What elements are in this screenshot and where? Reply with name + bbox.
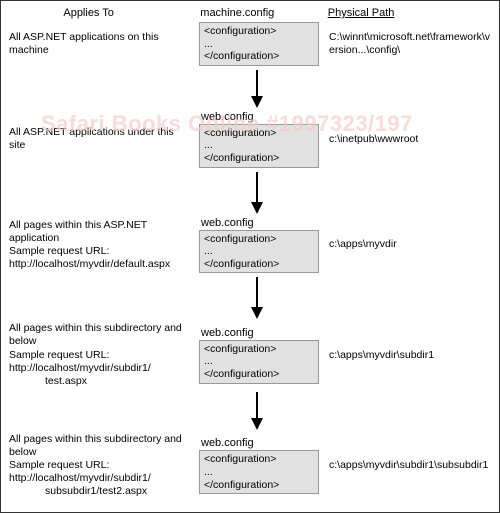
- applies-main: All pages within this subdirectory and b…: [9, 322, 182, 373]
- file-label: web.config: [201, 111, 319, 123]
- arrow-down-icon: [1, 392, 499, 430]
- applies-text: All ASP.NET applications on this machine: [9, 31, 199, 57]
- config-box: web.config <configuration> ... </configu…: [199, 437, 319, 494]
- level-row: All pages within this subdirectory and b…: [1, 431, 499, 501]
- level-row: All ASP.NET applications under this site…: [1, 109, 499, 170]
- arrow-down-icon: [1, 70, 499, 108]
- file-label: web.config: [201, 217, 319, 229]
- physical-path: C:\winnt\microsoft.net\framework\version…: [319, 31, 491, 57]
- arrow-down-icon: [1, 172, 499, 214]
- header-physical-path: Physical Path: [320, 7, 491, 20]
- code-snippet: <configuration> ... </configuration>: [199, 450, 319, 494]
- applies-main: All pages within this subdirectory and b…: [9, 433, 182, 484]
- column-headers: Applies To machine.config Physical Path: [1, 1, 499, 20]
- code-snippet: <configuration> ... </configuration>: [199, 124, 319, 168]
- config-box: web.config <configuration> ... </configu…: [199, 327, 319, 384]
- diagram-container: Safari Books Online #1997323/197 Applies…: [1, 1, 499, 512]
- applies-text: All pages within this ASP.NET applicatio…: [9, 219, 199, 272]
- file-label: web.config: [201, 437, 319, 449]
- applies-indent: subsubdir1/test2.aspx: [9, 485, 193, 498]
- config-box: <configuration> ... </configuration>: [199, 22, 319, 66]
- code-snippet: <configuration> ... </configuration>: [199, 340, 319, 384]
- level-row: All pages within this ASP.NET applicatio…: [1, 215, 499, 276]
- applies-indent: test.aspx: [9, 375, 193, 388]
- config-box: web.config <configuration> ... </configu…: [199, 217, 319, 274]
- header-machine-config: machine.config: [200, 7, 319, 19]
- level-row: All pages within this subdirectory and b…: [1, 320, 499, 390]
- applies-text: All pages within this subdirectory and b…: [9, 322, 199, 388]
- arrow-down-icon: [1, 277, 499, 319]
- level-row: All ASP.NET applications on this machine…: [1, 20, 499, 68]
- applies-text: All ASP.NET applications under this site: [9, 126, 199, 152]
- physical-path: c:\apps\myvdir\subdir1\subsubdir1: [319, 459, 491, 472]
- header-applies-to: Applies To: [9, 7, 198, 20]
- file-label: web.config: [201, 327, 319, 339]
- code-snippet: <configuration> ... </configuration>: [199, 230, 319, 274]
- physical-path: c:\apps\myvdir: [319, 238, 491, 251]
- config-box: web.config <configuration> ... </configu…: [199, 111, 319, 168]
- physical-path: c:\inetpub\wwwroot: [319, 133, 491, 146]
- physical-path: c:\apps\myvdir\subdir1: [319, 349, 491, 362]
- applies-text: All pages within this subdirectory and b…: [9, 433, 199, 499]
- code-snippet: <configuration> ... </configuration>: [199, 22, 319, 66]
